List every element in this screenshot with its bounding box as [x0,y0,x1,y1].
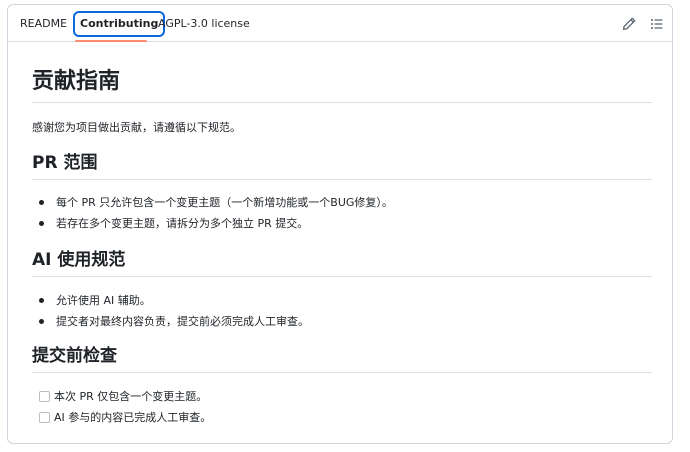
task-item-text: 本次 PR 仅包含一个变更主题。 [54,390,208,403]
list-item: 每个 PR 只允许包含一个变更主题（一个新增功能或一个BUG修复）。 [32,192,393,213]
list-item-text: 若存在多个变更主题，请拆分为多个独立 PR 提交。 [56,217,309,230]
bullet-icon [39,319,44,324]
bullet-icon [39,200,44,205]
tab-contributing[interactable]: Contributing [73,11,166,37]
task-item: AI 参与的内容已完成人工审查。 [32,407,211,428]
pr-scope-list: 每个 PR 只允许包含一个变更主题（一个新增功能或一个BUG修复）。 若存在多个… [32,192,393,234]
task-item: 本次 PR 仅包含一个变更主题。 [32,386,211,407]
section-heading-ai-usage: AI 使用规范 [32,248,652,277]
task-item-text: AI 参与的内容已完成人工审查。 [54,411,212,424]
task-checkbox[interactable] [39,391,50,402]
bullet-icon [39,221,44,226]
bullet-icon [39,298,44,303]
tab-readme[interactable]: README [20,13,67,34]
intro-text: 感谢您为项目做出贡献，请遵循以下规范。 [32,121,241,134]
active-tab-indicator [75,40,147,42]
list-item-text: 允许使用 AI 辅助。 [56,294,151,307]
readme-panel: README Contributing AGPL-3.0 license 贡献指… [7,4,673,444]
list-item: 提交者对最终内容负责，提交前必须完成人工审查。 [32,311,309,332]
list-icon[interactable] [649,16,665,32]
list-item: 若存在多个变更主题，请拆分为多个独立 PR 提交。 [32,213,393,234]
pencil-icon[interactable] [621,16,637,32]
list-item: 允许使用 AI 辅助。 [32,290,309,311]
list-item-text: 每个 PR 只允许包含一个变更主题（一个新增功能或一个BUG修复）。 [56,196,393,209]
page-title: 贡献指南 [32,67,652,103]
file-tab-bar: README Contributing AGPL-3.0 license [8,5,672,42]
section-heading-pre-submit-check: 提交前检查 [32,344,652,373]
section-heading-pr-scope: PR 范围 [32,151,652,180]
task-checkbox[interactable] [39,412,50,423]
ai-usage-list: 允许使用 AI 辅助。 提交者对最终内容负责，提交前必须完成人工审查。 [32,290,309,332]
tab-license[interactable]: AGPL-3.0 license [158,13,250,34]
pre-submit-checklist: 本次 PR 仅包含一个变更主题。 AI 参与的内容已完成人工审查。 [32,386,211,428]
list-item-text: 提交者对最终内容负责，提交前必须完成人工审查。 [56,315,309,328]
